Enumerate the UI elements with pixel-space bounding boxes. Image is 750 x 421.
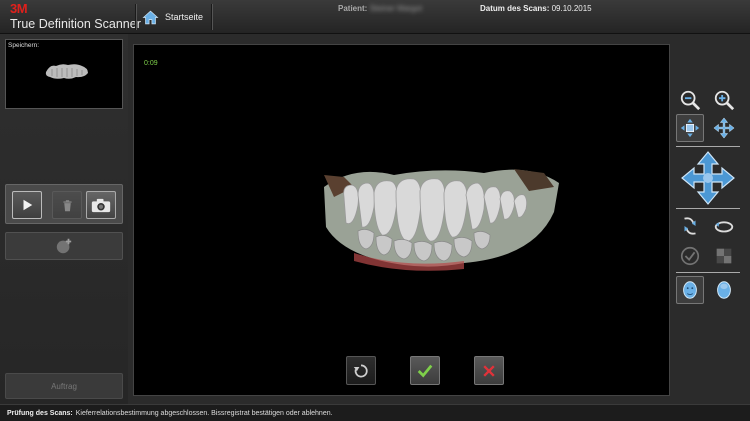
play-button[interactable] [12, 191, 42, 219]
scan-date-label: Datum des Scans: [480, 4, 550, 13]
home-label: Startseite [165, 12, 204, 22]
left-panel: Speichern: Auftrag [0, 34, 128, 404]
status-bar: Prüfung des Scans: Kieferrelationsbestim… [0, 404, 750, 421]
patient-label: Patient: [338, 4, 368, 13]
capture-button[interactable] [86, 191, 116, 219]
dental-scan-model[interactable] [314, 157, 564, 277]
scan-viewport[interactable]: 0:09 [133, 44, 670, 396]
pan-mode-icon [713, 117, 735, 139]
memory-preview[interactable]: Speichern: [5, 39, 123, 109]
undo-icon [353, 364, 368, 377]
brand-logo: 3M [10, 1, 28, 16]
direction-arrows-icon [681, 151, 735, 205]
play-icon [23, 199, 33, 211]
header-divider [211, 4, 213, 30]
face-back-view-button[interactable] [710, 276, 738, 304]
scan-timer: 0:09 [144, 60, 158, 67]
confirm-view-button[interactable] [676, 242, 704, 270]
add-scan-icon [56, 238, 72, 254]
zoom-out-icon [680, 90, 701, 111]
top-bar: 3M True Definition Scanner Startseite Pa… [0, 0, 750, 34]
rotate-mode-button[interactable] [676, 114, 704, 142]
scan-date: Datum des Scans: 09.10.2015 [480, 4, 592, 13]
scan-tool-group [5, 184, 123, 224]
toolbar-separator [676, 146, 740, 147]
face-front-view-button[interactable] [676, 276, 704, 304]
home-icon [142, 10, 159, 24]
header-divider [135, 4, 137, 30]
zoom-in-button[interactable] [710, 86, 738, 114]
patient-name: Steiner Margot [369, 4, 423, 13]
rotate-left-icon [684, 217, 696, 235]
undo-button[interactable] [346, 356, 376, 385]
rotate-right-icon [714, 221, 734, 233]
checker-icon [716, 248, 732, 264]
add-scan-button[interactable] [5, 232, 123, 260]
scan-date-value: 09.10.2015 [551, 4, 592, 13]
pattern-button[interactable] [710, 242, 738, 270]
toolbar-separator [676, 272, 740, 273]
reject-button[interactable] [474, 356, 504, 385]
rotate-mode-icon [680, 118, 700, 138]
zoom-out-button[interactable] [676, 86, 704, 114]
pan-mode-button[interactable] [710, 114, 738, 142]
app-title: True Definition Scanner [10, 17, 141, 31]
view-toolbar [672, 84, 744, 306]
face-front-icon [683, 281, 697, 299]
check-icon [417, 364, 433, 378]
camera-icon [91, 198, 111, 212]
home-button[interactable]: Startseite [142, 6, 203, 28]
toolbar-separator [676, 208, 740, 209]
x-icon [483, 364, 495, 377]
status-message: Kieferrelationsbestimmung abgeschlossen.… [75, 409, 333, 417]
memory-label: Speichern: [8, 42, 40, 49]
direction-pad[interactable] [680, 150, 736, 206]
brand: 3M True Definition Scanner [10, 1, 141, 32]
patient-info: Patient: Steiner Margot [338, 4, 422, 13]
status-title: Prüfung des Scans: [7, 409, 73, 417]
rotate-right-button[interactable] [710, 212, 738, 240]
face-back-icon [717, 281, 731, 299]
accept-button[interactable] [410, 356, 440, 385]
rotate-left-button[interactable] [676, 212, 704, 240]
scan-thumbnail-icon [45, 64, 88, 79]
trash-icon [62, 199, 72, 211]
delete-button[interactable] [52, 191, 82, 219]
order-button[interactable]: Auftrag [5, 373, 123, 399]
circle-check-icon [680, 246, 700, 266]
zoom-in-icon [714, 90, 735, 111]
